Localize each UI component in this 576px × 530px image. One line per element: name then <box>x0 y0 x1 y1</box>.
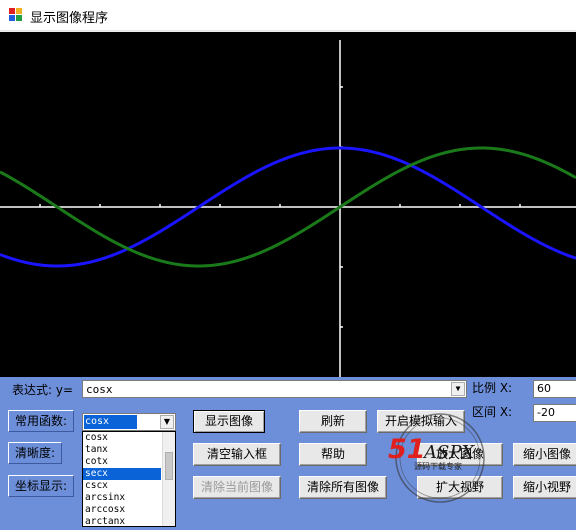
coord-label: 坐标显示: <box>8 475 75 497</box>
watermark-brand-51: 51 <box>388 434 426 465</box>
clear-all-button[interactable]: 清除所有图像 <box>299 476 387 499</box>
app-icon <box>9 8 23 22</box>
watermark-logo: 51 ASPX 源码下载专家 <box>388 413 485 503</box>
clear-input-button[interactable]: 清空输入框 <box>193 443 281 466</box>
func-option-cscx[interactable]: cscx <box>83 480 161 492</box>
shrink-image-button[interactable]: 缩小图像 <box>513 443 576 466</box>
func-option-secx[interactable]: secx <box>83 468 161 480</box>
shrink-view-button[interactable]: 缩小视野 <box>513 476 576 499</box>
interval-input[interactable]: -20 <box>533 404 576 422</box>
scale-label: 比例 X: <box>472 379 513 396</box>
scrollbar-thumb[interactable] <box>165 452 173 480</box>
func-option-arctanx[interactable]: arctanx <box>83 516 161 526</box>
common-func-selected: cosx <box>84 415 137 429</box>
common-func-select[interactable]: cosx ▼ <box>82 413 176 431</box>
show-image-button[interactable]: 显示图像 <box>193 410 265 433</box>
dropdown-scrollbar[interactable] <box>162 432 175 526</box>
clarity-label: 清晰度: <box>8 442 63 464</box>
common-func-label: 常用函数: <box>8 410 75 432</box>
func-option-arcsinx[interactable]: arcsinx <box>83 492 161 504</box>
graph-canvas[interactable] <box>0 32 576 377</box>
clear-current-button[interactable]: 清除当前图像 <box>193 476 281 499</box>
window-title: 显示图像程序 <box>30 11 109 26</box>
chevron-down-icon[interactable]: ▼ <box>160 415 174 429</box>
refresh-button[interactable]: 刷新 <box>299 410 367 433</box>
func-option-cotx[interactable]: cotx <box>83 456 161 468</box>
func-option-arccosx[interactable]: arccosx <box>83 504 161 516</box>
expression-dropdown-button[interactable]: ▼ <box>451 382 465 396</box>
func-option-cosx[interactable]: cosx <box>83 432 161 444</box>
expression-value: cosx <box>86 383 113 396</box>
scale-input[interactable]: 60 <box>533 380 576 398</box>
expression-input[interactable]: cosx ▼ <box>82 380 467 398</box>
expression-label: 表达式: y= <box>12 381 74 398</box>
func-option-tanx[interactable]: tanx <box>83 444 161 456</box>
watermark-brand-aspx: ASPX <box>422 442 475 463</box>
help-button[interactable]: 帮助 <box>299 443 367 466</box>
title-bar: 显示图像程序 <box>0 0 576 31</box>
watermark-tagline: 源码下载专家 <box>414 461 462 471</box>
function-plot <box>0 40 576 377</box>
func-dropdown-list[interactable]: cosx tanx cotx secx cscx arcsinx arccosx arctan… <box>82 431 176 527</box>
